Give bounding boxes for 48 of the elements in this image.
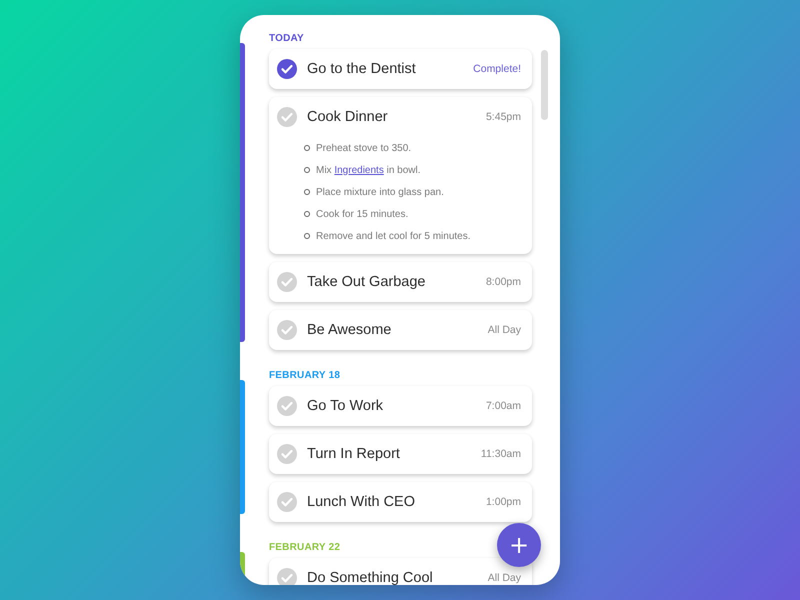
status-text: Complete!	[473, 63, 521, 75]
task-time: All Day	[488, 324, 521, 336]
step-text: Preheat stove to 350.	[316, 142, 412, 154]
task-card[interactable]: Be Awesome All Day	[269, 310, 532, 350]
bullet-icon	[304, 211, 310, 217]
section-heading: TODAY	[269, 32, 304, 45]
add-button[interactable]: +	[497, 523, 541, 567]
task-time: 7:00am	[486, 400, 521, 412]
check-icon[interactable]	[277, 59, 297, 79]
check-icon[interactable]	[277, 107, 297, 127]
bullet-icon	[304, 145, 310, 151]
step-text: Cook for 15 minutes.	[316, 208, 408, 220]
step-text: Remove and let cool for 5 minutes.	[316, 230, 471, 242]
task-title: Go To Work	[307, 398, 384, 414]
task-title: Be Awesome	[307, 322, 392, 338]
task-card[interactable]: Go To Work 7:00am	[269, 386, 532, 426]
task-card[interactable]: Cook Dinner 5:45pm Preheat stove to 350. Mix Ingredients in bowl. Place mixture into glass pan. Cook for 15 minutes. Remove and let cool for 5 minutes.	[269, 97, 532, 254]
task-card[interactable]: Lunch With CEO 1:00pm	[269, 482, 532, 522]
bullet-icon	[304, 167, 310, 173]
section-heading: FEBRUARY 22	[269, 541, 340, 554]
task-card[interactable]: Take Out Garbage 8:00pm	[269, 262, 532, 302]
task-card[interactable]: Do Something Cool All Day	[269, 558, 532, 585]
check-icon[interactable]	[277, 272, 297, 292]
check-icon[interactable]	[277, 396, 297, 416]
check-icon[interactable]	[277, 320, 297, 340]
section-heading: FEBRUARY 18	[269, 369, 340, 382]
check-icon[interactable]	[277, 492, 297, 512]
task-time: 5:45pm	[486, 111, 521, 123]
step-text: Place mixture into glass pan.	[316, 186, 444, 198]
bullet-icon	[304, 189, 310, 195]
task-title: Cook Dinner	[307, 109, 389, 125]
task-time: 11:30am	[480, 448, 521, 460]
task-time: 8:00pm	[486, 276, 521, 288]
task-time: All Day	[488, 572, 521, 584]
task-time: 1:00pm	[486, 496, 521, 508]
task-card[interactable]: Go to the Dentist Complete!	[269, 49, 532, 89]
task-title: Turn In Report	[307, 446, 401, 462]
task-title: Take Out Garbage	[307, 274, 426, 290]
bullet-icon	[304, 233, 310, 239]
task-title: Go to the Dentist	[307, 61, 417, 77]
ingredients-link[interactable]: Ingredients	[334, 164, 384, 176]
scrollbar[interactable]	[541, 50, 548, 120]
task-title: Do Something Cool	[307, 570, 434, 585]
task-title: Lunch With CEO	[307, 494, 416, 510]
check-icon[interactable]	[277, 568, 297, 585]
check-icon[interactable]	[277, 444, 297, 464]
step-text: Mix Ingredients in bowl.	[316, 164, 421, 176]
task-card[interactable]: Turn In Report 11:30am	[269, 434, 532, 474]
